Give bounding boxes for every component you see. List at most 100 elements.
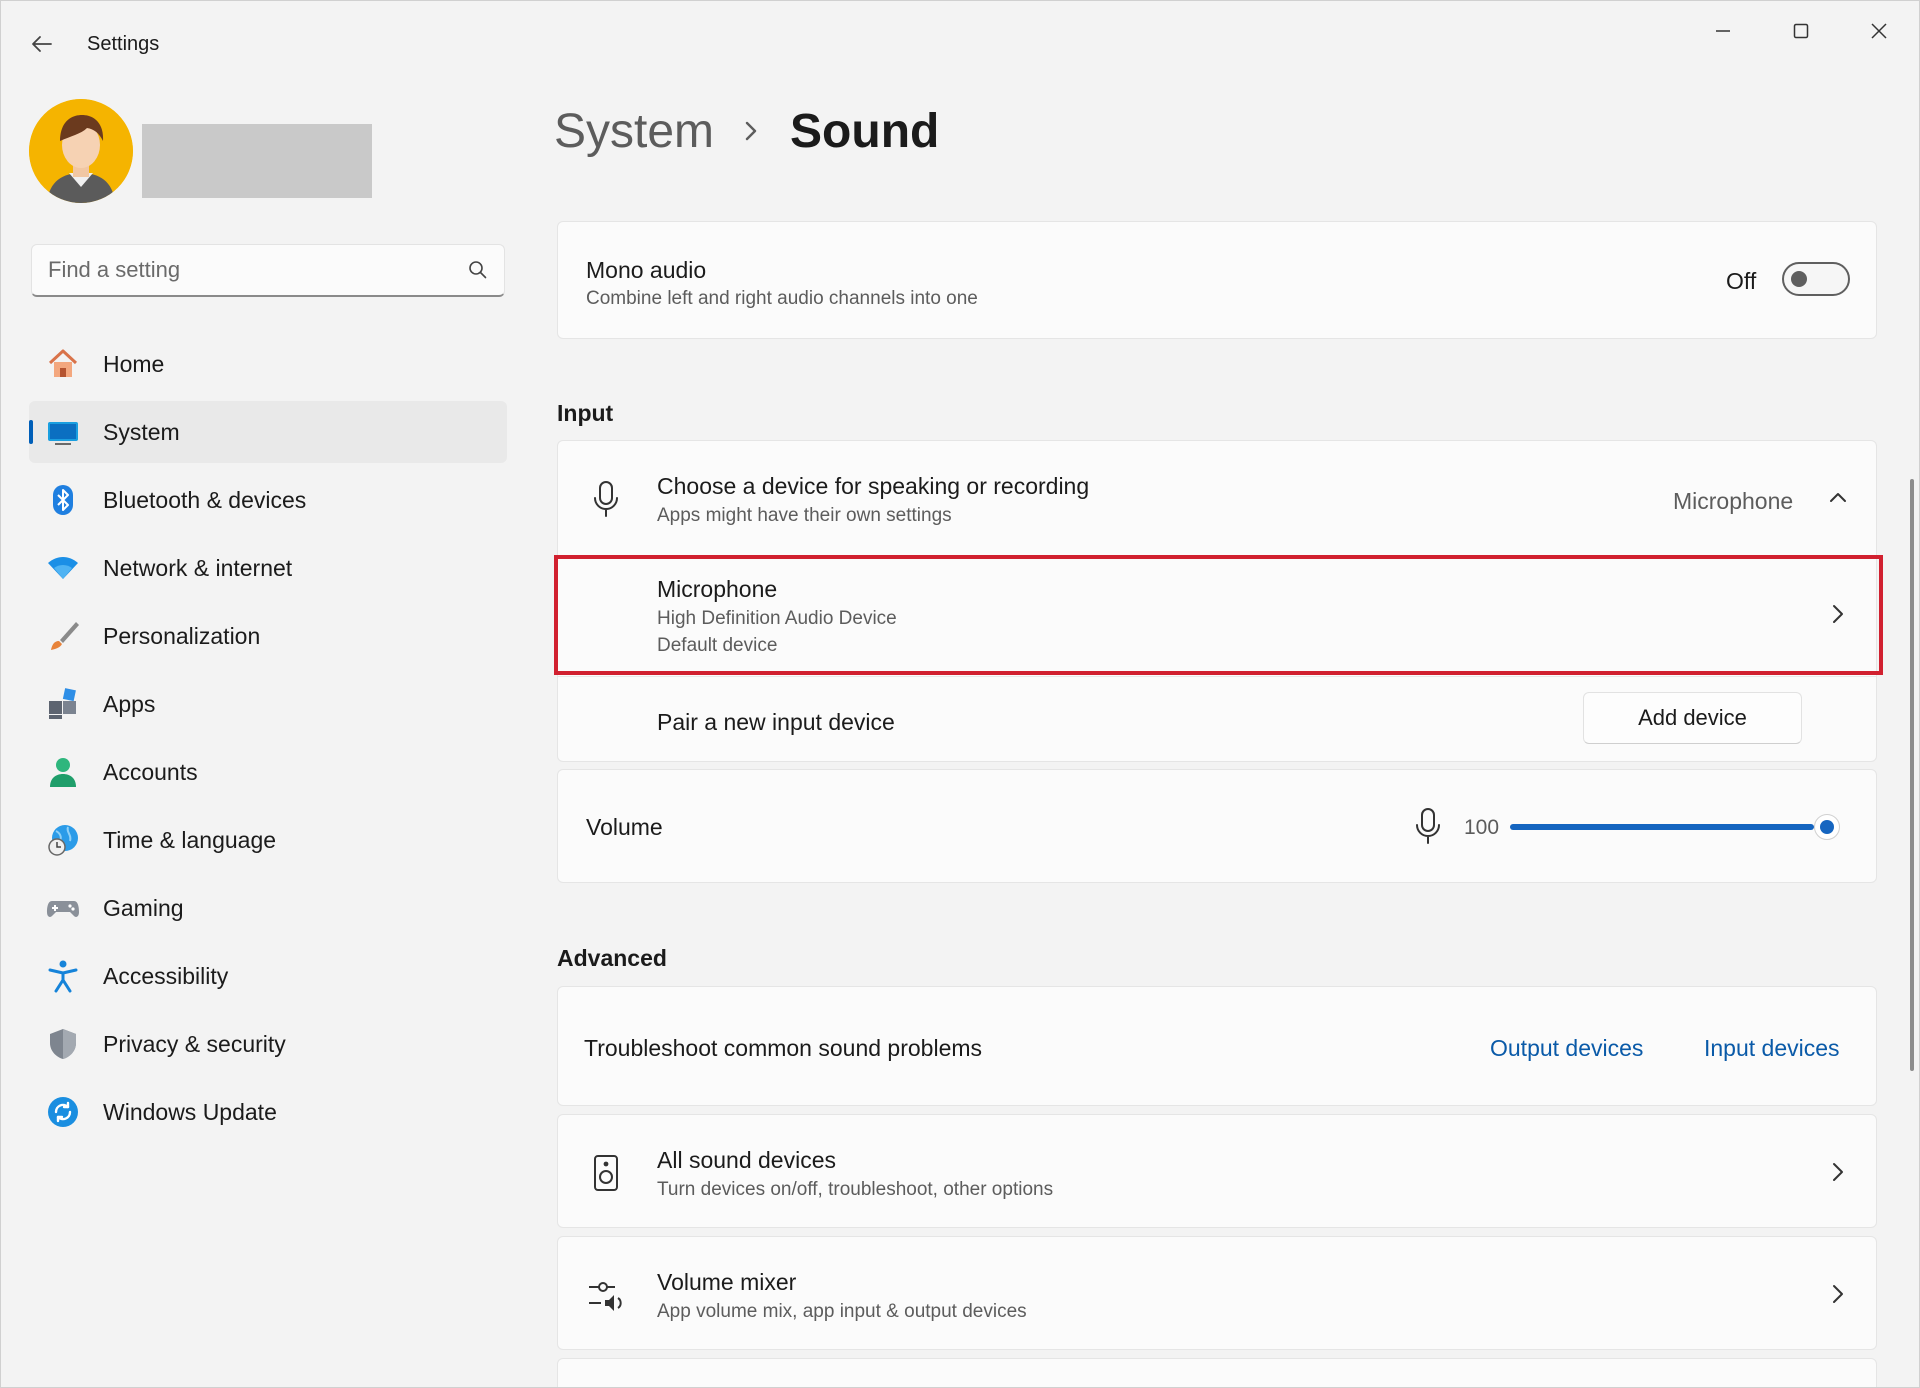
mono-audio-toggle[interactable] [1782,262,1850,296]
sidebar-item-label: System [103,418,180,445]
sidebar-item-label: Home [103,350,165,377]
search-box[interactable] [31,244,505,297]
avatar[interactable] [29,99,133,203]
sidebar-item-accessibility[interactable]: Accessibility [29,945,507,1007]
breadcrumb: System Sound [554,101,939,161]
selected-input-device: Microphone [1673,488,1794,514]
sidebar-item-network[interactable]: Network & internet [29,537,507,599]
volume-value: 100 [1464,816,1500,839]
volume-mixer-title: Volume mixer [657,1269,797,1295]
sidebar-item-gaming[interactable]: Gaming [29,877,507,939]
chevron-right-icon [1826,1160,1850,1184]
volume-title: Volume [586,814,663,840]
advanced-section-title: Advanced [557,945,667,971]
pair-device-title: Pair a new input device [657,709,895,735]
volume-card: Volume 100 [557,769,1877,883]
sidebar-nav: Home System Bluetooth & devices Network … [29,333,507,1149]
microphone-device-name: High Definition Audio Device [657,608,897,629]
gamepad-icon [45,890,81,926]
app-title: Settings [87,33,160,55]
mono-audio-title: Mono audio [586,257,707,283]
all-sound-devices-card[interactable]: All sound devices Turn devices on/off, t… [557,1114,1877,1228]
add-device-button[interactable]: Add device [1583,692,1802,744]
sidebar-item-label: Time & language [103,826,277,853]
search-input[interactable] [48,257,468,283]
sidebar-item-label: Bluetooth & devices [103,486,307,513]
pair-device-row: Pair a new input device Add device [558,677,1876,763]
sidebar-item-windows-update[interactable]: Windows Update [29,1081,507,1143]
title-bar: Settings [1,1,1919,81]
chevron-right-icon [1826,1282,1850,1306]
sidebar-item-label: Apps [103,690,156,717]
volume-mixer-subtitle: App volume mix, app input & output devic… [657,1301,1027,1322]
sidebar-item-time-language[interactable]: Time & language [29,809,507,871]
chevron-right-icon [1826,602,1850,626]
sidebar-item-apps[interactable]: Apps [29,673,507,735]
choose-device-row[interactable]: Choose a device for speaking or recordin… [558,441,1876,555]
troubleshoot-title: Troubleshoot common sound problems [584,1035,983,1061]
microphone-icon [588,479,624,519]
sidebar-item-accounts[interactable]: Accounts [29,741,507,803]
volume-mixer-icon [586,1277,626,1313]
chevron-up-icon[interactable] [1826,485,1850,509]
sidebar-item-label: Network & internet [103,554,293,581]
next-card-partial [557,1358,1877,1387]
sidebar-item-label: Personalization [103,622,261,649]
microphone-title: Microphone [657,576,778,602]
sidebar-item-personalization[interactable]: Personalization [29,605,507,667]
minimize-icon [1716,30,1730,32]
apps-icon [45,686,81,722]
brush-icon [45,618,81,654]
sidebar-item-home[interactable]: Home [29,333,507,395]
output-devices-link[interactable]: Output devices [1490,1035,1643,1062]
chevron-right-icon [742,119,760,143]
close-button[interactable] [1849,11,1909,51]
home-icon [45,346,81,382]
wifi-icon [45,550,81,586]
sidebar-item-system[interactable]: System [29,401,507,463]
minimize-button[interactable] [1693,11,1753,51]
input-devices-link[interactable]: Input devices [1704,1035,1840,1062]
choose-device-title: Choose a device for speaking or recordin… [657,473,1090,499]
search-icon [469,261,487,279]
sidebar-item-label: Gaming [103,894,184,921]
breadcrumb-system-link[interactable]: System [554,104,714,159]
volume-slider-thumb[interactable] [1814,814,1840,840]
settings-window: Settings Home [0,0,1920,1388]
sidebar-item-bluetooth[interactable]: Bluetooth & devices [29,469,507,531]
globe-clock-icon [45,822,81,858]
volume-slider-track [1510,824,1814,830]
speaker-icon [588,1153,624,1193]
volume-mixer-card[interactable]: Volume mixer App volume mix, app input &… [557,1236,1877,1350]
volume-slider[interactable] [1510,810,1840,844]
back-arrow-icon [32,36,52,52]
maximize-button[interactable] [1771,11,1831,51]
accessibility-icon [45,958,81,994]
microphone-default-label: Default device [657,635,778,656]
all-sound-devices-subtitle: Turn devices on/off, troubleshoot, other… [657,1179,1054,1200]
microphone-device-row[interactable]: Microphone High Definition Audio Device … [558,556,1876,676]
sidebar-item-label: Privacy & security [103,1030,286,1057]
sidebar-item-label: Accessibility [103,962,229,989]
troubleshoot-card: Troubleshoot common sound problems Outpu… [557,986,1877,1106]
input-device-card: Choose a device for speaking or recordin… [557,440,1877,762]
input-section-title: Input [557,400,614,426]
shield-icon [45,1026,81,1062]
update-icon [45,1094,81,1130]
back-button[interactable] [27,29,57,59]
mono-audio-state: Off [1726,268,1757,294]
all-sound-devices-title: All sound devices [657,1147,836,1173]
page-title: Sound [790,104,940,158]
user-avatar-icon [29,99,133,203]
system-icon [45,414,81,450]
user-name-redacted [142,124,372,198]
close-icon [1871,23,1887,39]
choose-device-subtitle: Apps might have their own settings [657,505,952,526]
bluetooth-icon [45,482,81,518]
person-icon [45,754,81,790]
sidebar-item-label: Windows Update [103,1098,277,1125]
sidebar-item-label: Accounts [103,758,198,785]
sidebar-item-privacy[interactable]: Privacy & security [29,1013,507,1075]
scrollbar[interactable] [1910,479,1914,1071]
microphone-icon [1410,806,1446,846]
